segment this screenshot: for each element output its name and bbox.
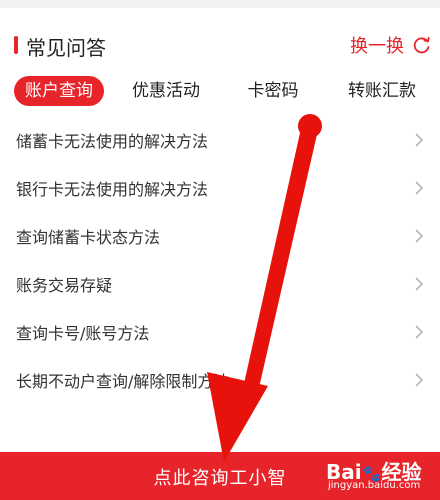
faq-item[interactable]: 账务交易存疑	[0, 260, 440, 308]
refresh-button[interactable]: 换一换	[350, 32, 432, 58]
faq-item-label: 查询卡号/账号方法	[16, 324, 150, 343]
faq-item[interactable]: 长期不动户查询/解除限制方法	[0, 356, 440, 404]
category-tabs: 账户查询 优惠活动 卡密码 转账汇款	[0, 72, 440, 108]
chevron-right-icon	[415, 181, 424, 195]
faq-item-label: 储蓄卡无法使用的解决方法	[16, 132, 209, 151]
faq-header: 常见问答 换一换	[0, 8, 440, 70]
chevron-right-icon	[415, 277, 424, 291]
baidu-jingyan-watermark: Bai🐾经验 jingyan.baidu.com	[326, 456, 436, 496]
faq-item-label: 查询储蓄卡状态方法	[16, 228, 161, 247]
section-accent-bar	[14, 36, 18, 54]
faq-item[interactable]: 银行卡无法使用的解决方法	[0, 164, 440, 212]
chevron-right-icon	[415, 373, 424, 387]
tab-card-password[interactable]: 卡密码	[236, 76, 310, 106]
tab-promotions[interactable]: 优惠活动	[124, 76, 208, 106]
tab-transfer[interactable]: 转账汇款	[340, 76, 424, 106]
faq-item[interactable]: 查询储蓄卡状态方法	[0, 212, 440, 260]
top-divider	[0, 0, 440, 8]
chevron-right-icon	[415, 325, 424, 339]
watermark-url: jingyan.baidu.com	[328, 480, 421, 491]
faq-item[interactable]: 储蓄卡无法使用的解决方法	[0, 116, 440, 164]
faq-item-label: 长期不动户查询/解除限制方法	[16, 372, 230, 391]
tab-account-query[interactable]: 账户查询	[14, 76, 104, 106]
faq-item[interactable]: 查询卡号/账号方法	[0, 308, 440, 356]
faq-item-label: 账务交易存疑	[16, 276, 113, 295]
section-title: 常见问答	[26, 36, 106, 60]
faq-item-label: 银行卡无法使用的解决方法	[16, 180, 209, 199]
chevron-right-icon	[415, 133, 424, 147]
refresh-label: 换一换	[350, 36, 404, 57]
chevron-right-icon	[415, 229, 424, 243]
refresh-icon	[413, 36, 430, 54]
